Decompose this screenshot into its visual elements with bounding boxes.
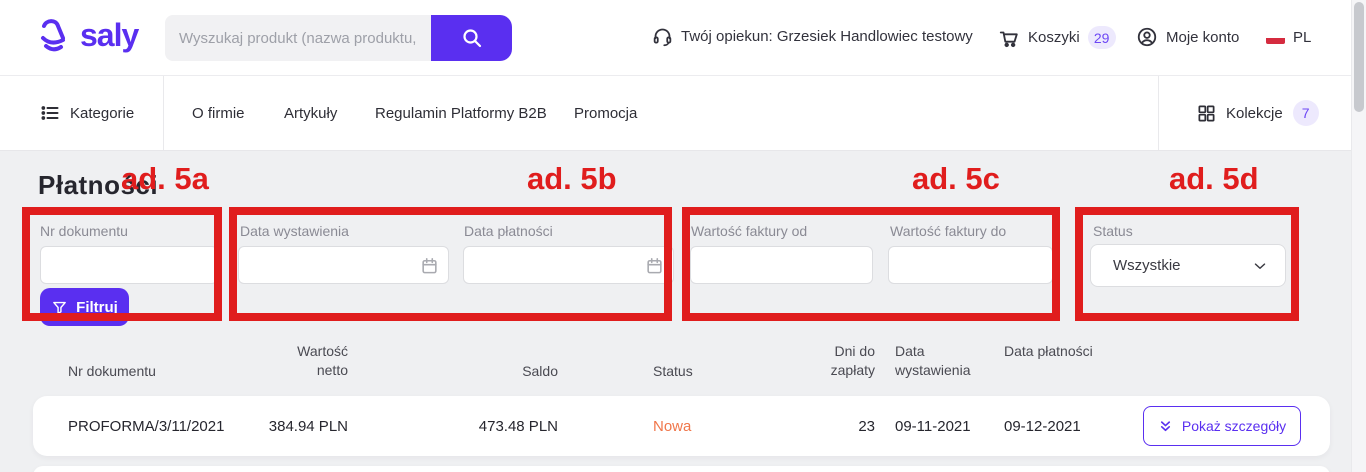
data-wystawienia-label: Data wystawienia	[240, 223, 349, 239]
user-icon	[1136, 26, 1158, 48]
caretaker-text: Twój opiekun: Grzesiek Handlowiec testow…	[681, 28, 973, 45]
account-menu[interactable]: Moje konto	[1136, 26, 1239, 48]
cell-data-wystawienia: 09-11-2021	[895, 418, 971, 435]
cart-icon	[998, 27, 1020, 49]
nr-dokumentu-label: Nr dokumentu	[40, 223, 128, 239]
annotation-label-5c: ad. 5c	[912, 161, 1000, 197]
annotation-label-5d: ad. 5d	[1169, 161, 1259, 197]
language-label: PL	[1293, 29, 1311, 46]
annotation-label-5b: ad. 5b	[527, 161, 617, 197]
col-header-status: Status	[653, 362, 693, 381]
nav-link-label: Promocja	[574, 105, 637, 122]
scrollbar-thumb[interactable]	[1354, 2, 1364, 112]
account-label: Moje konto	[1166, 29, 1239, 46]
grid-icon	[1197, 104, 1216, 123]
cell-wartosc-netto: 384.94 PLN	[248, 418, 348, 435]
status-select[interactable]: Wszystkie	[1090, 244, 1286, 287]
show-details-button[interactable]: Pokaż szczegóły	[1143, 406, 1301, 446]
page-title: Płatności	[38, 170, 158, 201]
cell-status: Nowa	[653, 418, 691, 435]
carts-menu[interactable]: Koszyki 29	[998, 26, 1116, 49]
carts-label: Koszyki	[1028, 29, 1080, 46]
headset-icon	[652, 26, 673, 47]
search-button[interactable]	[431, 15, 512, 61]
col-header-wartosc-netto: Wartość netto	[268, 342, 348, 380]
nav-link-promocja[interactable]: Promocja	[574, 76, 637, 150]
nav-link-label: Artykuły	[284, 105, 337, 122]
payments-page: saly Twój opiekun: Grzesiek Handlowie	[0, 0, 1366, 472]
nav-categories[interactable]: Kategorie	[40, 76, 134, 150]
nav-link-artykuly[interactable]: Artykuły	[284, 76, 337, 150]
col-header-data-wystawienia: Data wystawienia	[895, 342, 990, 380]
poland-flag-icon	[1266, 31, 1285, 44]
nav-link-regulamin[interactable]: Regulamin Platformy B2B	[375, 76, 547, 150]
nav-divider	[163, 76, 164, 150]
collections-count-badge: 7	[1293, 100, 1319, 126]
main-nav: Kategorie O firmie Artykuły Regulamin Pl…	[0, 76, 1366, 151]
wartosc-faktury-od-input[interactable]	[690, 246, 873, 284]
filter-button[interactable]: Filtruj	[40, 288, 129, 326]
data-platnosci-label: Data płatności	[464, 223, 553, 239]
search-input[interactable]	[165, 15, 431, 61]
top-header: saly Twój opiekun: Grzesiek Handlowie	[0, 0, 1366, 76]
status-select-value: Wszystkie	[1113, 257, 1181, 274]
nav-divider	[1158, 76, 1159, 150]
chevron-down-icon	[1251, 257, 1269, 275]
categories-list-icon	[40, 103, 60, 123]
data-wystawienia-input[interactable]	[238, 246, 449, 284]
nav-link-label: Regulamin Platformy B2B	[375, 105, 547, 122]
cell-dni-do-zaplaty: 23	[825, 418, 875, 435]
wartosc-faktury-do-input[interactable]	[888, 246, 1053, 284]
saly-logo-icon	[36, 16, 78, 54]
col-header-data-platnosci: Data płatności	[1004, 342, 1094, 361]
double-chevron-down-icon	[1158, 419, 1173, 434]
wartosc-faktury-do-label: Wartość faktury do	[890, 223, 1006, 239]
nr-dokumentu-input[interactable]	[40, 246, 218, 284]
cell-data-platnosci: 09-12-2021	[1004, 418, 1081, 435]
cell-saldo: 473.48 PLN	[458, 418, 558, 435]
wartosc-faktury-od-label: Wartość faktury od	[691, 223, 807, 239]
filter-button-label: Filtruj	[76, 299, 118, 316]
search-icon	[460, 26, 484, 50]
nav-link-o-firmie[interactable]: O firmie	[192, 76, 245, 150]
col-header-dni-do-zaplaty: Dni do zapłaty	[813, 342, 875, 380]
saly-logo[interactable]: saly	[36, 16, 138, 54]
col-header-nr-dokumentu: Nr dokumentu	[68, 362, 156, 381]
nav-collections[interactable]: Kolekcje 7	[1197, 76, 1319, 150]
caretaker-info: Twój opiekun: Grzesiek Handlowiec testow…	[652, 26, 973, 47]
table-row-partial[interactable]	[33, 466, 1330, 472]
saly-logo-text: saly	[80, 17, 138, 54]
status-label: Status	[1093, 223, 1133, 239]
nav-collections-label: Kolekcje	[1226, 105, 1283, 122]
language-switcher[interactable]: PL	[1266, 29, 1311, 46]
carts-count-badge: 29	[1088, 26, 1116, 49]
data-platnosci-input[interactable]	[463, 246, 674, 284]
col-header-saldo: Saldo	[478, 362, 558, 381]
show-details-label: Pokaż szczegóły	[1182, 418, 1286, 434]
nav-link-label: O firmie	[192, 105, 245, 122]
nav-categories-label: Kategorie	[70, 105, 134, 122]
cell-nr-dokumentu: PROFORMA/3/11/2021	[68, 418, 224, 435]
funnel-icon	[51, 299, 68, 316]
